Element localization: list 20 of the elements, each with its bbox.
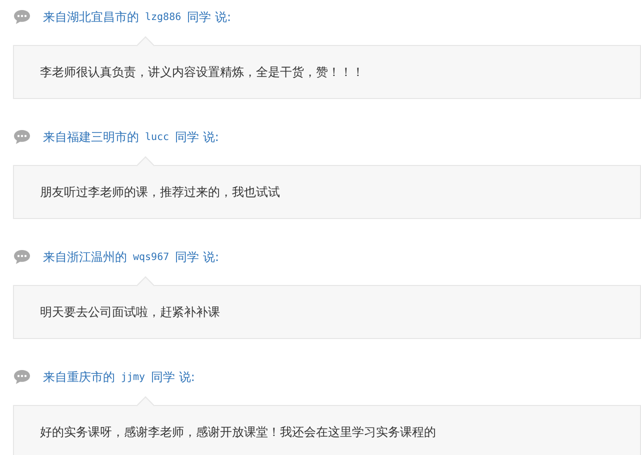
speech-bubble-icon [13, 9, 31, 25]
comment-says-label: 同学 说: [151, 368, 195, 386]
comment-username: lzg886 [145, 12, 182, 22]
speech-bubble-icon [13, 249, 31, 265]
speech-bubble-icon [13, 129, 31, 145]
comment-username: lucc [145, 132, 170, 142]
comment-username: wqs967 [133, 252, 170, 262]
comment-location: 来自湖北宜昌市的 [43, 8, 139, 26]
comment-text: 朋友听过李老师的课，推荐过来的，我也试试 [40, 184, 280, 200]
comment-text: 明天要去公司面试啦，赶紧补补课 [40, 304, 220, 320]
comment-location: 来自福建三明市的 [43, 128, 139, 146]
comment-location: 来自浙江温州的 [43, 248, 127, 266]
comment-username: jjmy [121, 372, 146, 382]
comment-location: 来自重庆市的 [43, 368, 115, 386]
comment-says-label: 同学 说: [175, 248, 219, 266]
comment-text: 李老师很认真负责，讲义内容设置精炼，全是干货，赞！！！ [40, 64, 364, 80]
comment-says-label: 同学 说: [187, 8, 231, 26]
comment-text: 好的实务课呀，感谢李老师，感谢开放课堂！我还会在这里学习实务课程的 [40, 424, 436, 440]
speech-bubble-icon [13, 369, 31, 385]
comment-says-label: 同学 说: [175, 128, 219, 146]
